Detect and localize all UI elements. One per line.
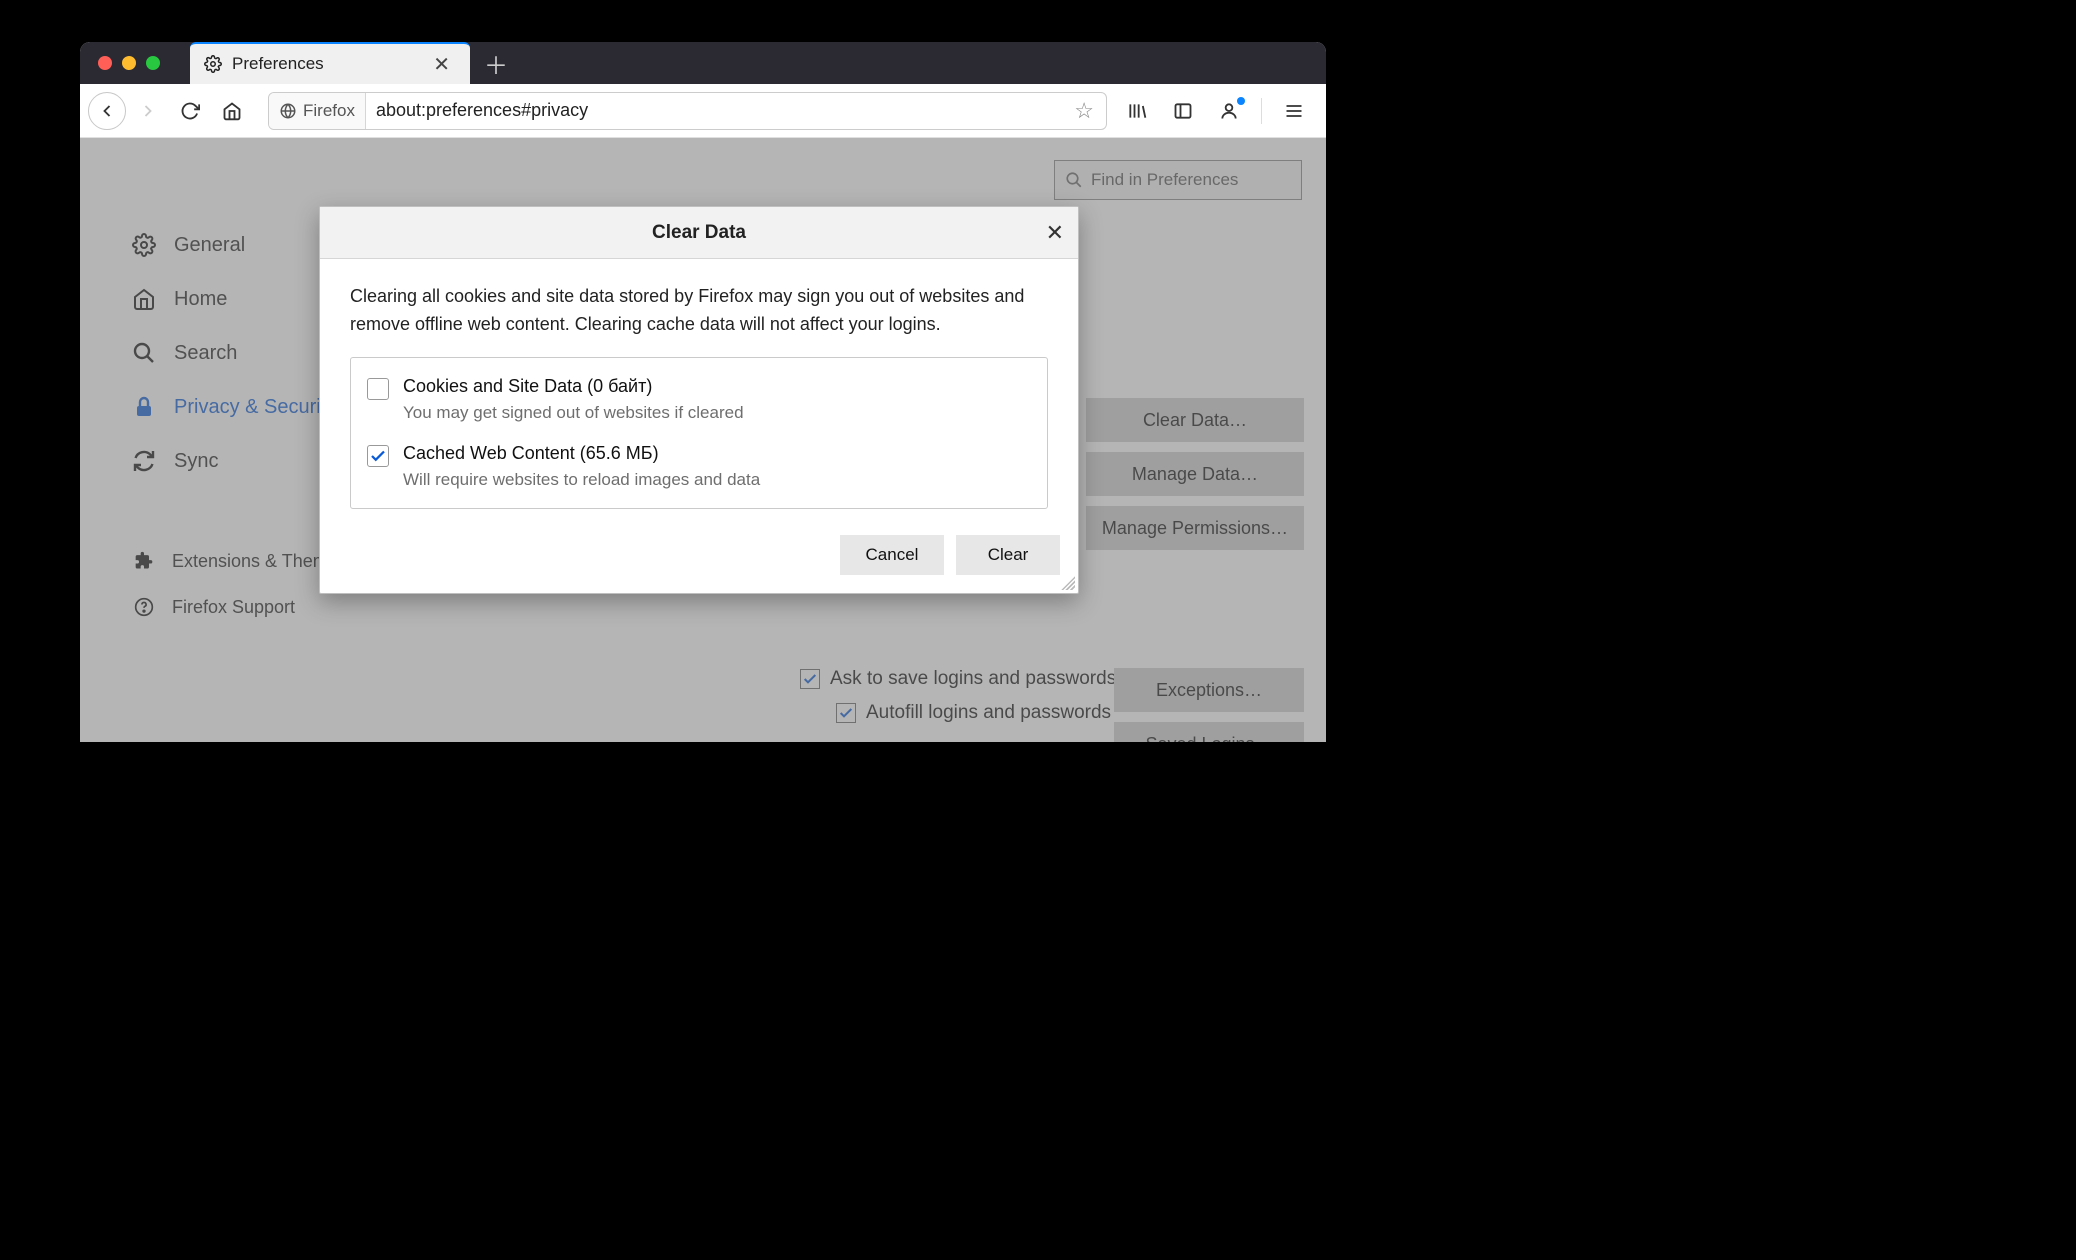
app-menu-button[interactable] [1274,91,1314,131]
notification-dot-icon [1237,97,1245,105]
checkbox-icon [367,445,389,467]
library-button[interactable] [1117,91,1157,131]
option-title: Cookies and Site Data (0 байт) [403,376,744,397]
sync-icon [130,449,158,473]
home-icon [130,287,158,311]
new-tab-button[interactable]: ＋ [476,42,516,84]
sidebar-item-label: Home [174,288,227,311]
cancel-button[interactable]: Cancel [840,535,944,575]
navigation-toolbar: Firefox about:preferences#privacy ☆ [80,84,1326,138]
dialog-description: Clearing all cookies and site data store… [350,283,1048,339]
saved-logins-button[interactable]: Saved Logins… [1114,722,1304,742]
back-button[interactable] [88,92,126,130]
lock-icon [130,395,158,419]
resize-grip-icon[interactable] [1061,576,1075,590]
option-cookies-site-data[interactable]: Cookies and Site Data (0 байт) You may g… [367,376,1031,423]
bookmark-star-button[interactable]: ☆ [1062,98,1106,124]
option-subtitle: Will require websites to reload images a… [403,470,760,490]
site-data-buttons: Clear Data… Manage Data… Manage Permissi… [1086,398,1304,550]
find-in-preferences-input[interactable]: Find in Preferences [1054,160,1302,200]
window-controls [80,42,190,84]
separator [1261,98,1262,124]
checkbox-icon [836,703,856,723]
dialog-options: Cookies and Site Data (0 байт) You may g… [350,357,1048,509]
forward-button[interactable] [128,91,168,131]
checkbox-label: Autofill logins and passwords [866,702,1111,724]
option-cached-web-content[interactable]: Cached Web Content (65.6 МБ) Will requir… [367,443,1031,490]
manage-permissions-button[interactable]: Manage Permissions… [1086,506,1304,550]
exceptions-button[interactable]: Exceptions… [1114,668,1304,712]
sidebar-button[interactable] [1163,91,1203,131]
dialog-title: Clear Data [652,222,746,244]
home-button[interactable] [212,91,252,131]
sidebar-item-label: Search [174,342,237,365]
checkbox-icon [367,378,389,400]
search-icon [130,341,158,365]
maximize-window-button[interactable] [146,56,160,70]
close-tab-button[interactable]: ✕ [427,52,456,77]
browser-window: Preferences ✕ ＋ Firefox about:preference… [80,42,1326,742]
sidebar-item-label: General [174,234,245,257]
logins-buttons: Exceptions… Saved Logins… [1114,668,1304,742]
search-placeholder: Find in Preferences [1091,170,1238,190]
close-window-button[interactable] [98,56,112,70]
puzzle-icon [130,551,158,571]
clear-data-button[interactable]: Clear Data… [1086,398,1304,442]
site-identity[interactable]: Firefox [269,93,366,129]
address-bar[interactable]: Firefox about:preferences#privacy ☆ [268,92,1107,130]
help-icon [130,597,158,617]
gear-icon [130,233,158,257]
sidebar-item-label: Privacy & Security [174,396,336,419]
dialog-footer: Cancel Clear [320,519,1078,593]
tab-bar: Preferences ✕ ＋ [80,42,1326,84]
dialog-header: Clear Data ✕ [320,207,1078,259]
dialog-body: Clearing all cookies and site data store… [320,259,1078,519]
account-button[interactable] [1209,91,1249,131]
option-title: Cached Web Content (65.6 МБ) [403,443,760,464]
content-area: General Home Search [80,138,1326,742]
option-subtitle: You may get signed out of websites if cl… [403,403,744,423]
tab-preferences[interactable]: Preferences ✕ [190,42,470,84]
tab-title: Preferences [232,54,427,74]
toolbar-right [1117,91,1318,131]
clear-data-dialog: Clear Data ✕ Clearing all cookies and si… [319,206,1079,594]
dialog-close-button[interactable]: ✕ [1046,220,1064,246]
url-text: about:preferences#privacy [366,100,1062,121]
sidebar-item-label: Firefox Support [172,597,295,618]
minimize-window-button[interactable] [122,56,136,70]
manage-data-button[interactable]: Manage Data… [1086,452,1304,496]
clear-button[interactable]: Clear [956,535,1060,575]
checkbox-icon [800,669,820,689]
sidebar-item-label: Sync [174,450,218,473]
reload-button[interactable] [170,91,210,131]
identity-label: Firefox [303,101,355,121]
search-icon [1065,171,1083,189]
gear-icon [204,55,222,73]
